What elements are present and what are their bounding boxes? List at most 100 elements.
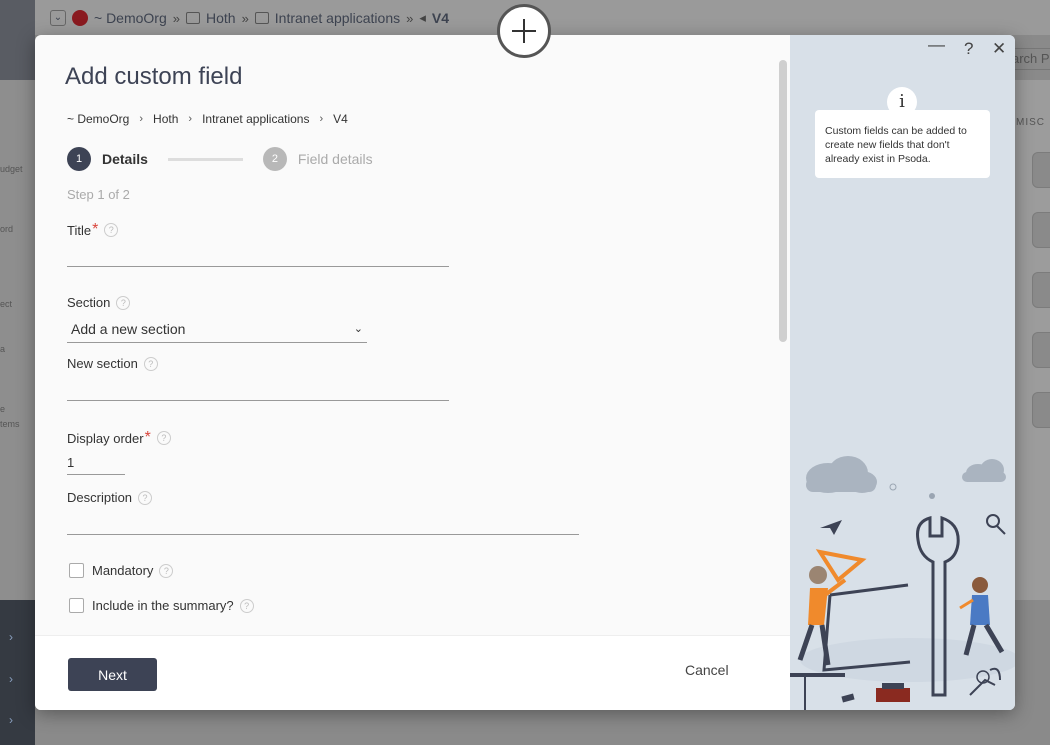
paper-plane-icon (820, 520, 842, 535)
background-side-text: ect (0, 299, 13, 309)
help-icon[interactable]: ? (156, 431, 171, 445)
new-section-label: New section? (67, 356, 158, 371)
collapse-icon: ⌄ (50, 10, 66, 26)
double-chevron-icon: » (241, 10, 249, 26)
section-select-value: Add a new section (71, 320, 186, 337)
background-side-text: udget (0, 164, 23, 174)
description-input[interactable] (67, 513, 579, 535)
background-misc-label: MISC (1016, 117, 1045, 128)
help-icon[interactable]: ? (964, 39, 973, 59)
step-label: Field details (297, 151, 373, 167)
chevron-right-icon: › (188, 113, 193, 125)
help-icon[interactable]: ? (143, 356, 158, 371)
double-chevron-icon: » (406, 10, 414, 26)
magnifier-icon (986, 514, 1000, 528)
help-tip: Custom fields can be added to create new… (815, 110, 990, 178)
background-side-text: tems (0, 419, 20, 429)
background-crumb: V4 (431, 10, 449, 26)
summary-label: Include in the summary? (92, 598, 234, 613)
help-tip-text: Custom fields can be added to create new… (825, 125, 967, 165)
required-marker: * (92, 221, 99, 238)
toolbox-icon (876, 683, 910, 702)
step-label: Details (102, 151, 148, 167)
dialog-form-area: Add custom field ~ DemoOrg › Hoth › Intr… (35, 35, 790, 635)
mandatory-checkbox[interactable] (69, 563, 84, 578)
section-label: Section? (67, 295, 131, 310)
plus-icon (512, 19, 536, 43)
breadcrumb-item[interactable]: Hoth (153, 112, 178, 126)
background-tile (1032, 392, 1050, 428)
background-left-nav-footer (0, 600, 35, 745)
help-icon[interactable]: ? (159, 563, 174, 578)
cloud-icon (962, 459, 1006, 482)
summary-checkbox[interactable] (69, 598, 84, 613)
org-logo-icon (72, 10, 88, 26)
background-tile (1032, 332, 1050, 368)
double-chevron-icon: » (172, 10, 180, 26)
info-icon: i (887, 87, 917, 117)
display-order-label: Display order *? (67, 429, 171, 447)
step-number: 2 (262, 147, 287, 171)
step-connector (167, 157, 243, 161)
phone-icon (841, 693, 855, 703)
cancel-button[interactable]: Cancel (685, 662, 729, 678)
stepper: 1 Details 2 Field details (67, 147, 373, 171)
table-figure (790, 673, 845, 710)
background-tile (1032, 272, 1050, 308)
help-icon[interactable]: ? (116, 295, 131, 310)
step-progress: Step 1 of 2 (67, 187, 130, 202)
chevron-right-icon: › (139, 113, 144, 125)
breadcrumb-item[interactable]: Intranet applications (202, 112, 309, 126)
background-side-text: e (0, 404, 6, 414)
display-order-label-text: Display order (67, 430, 144, 446)
chevron-right-icon: › (9, 630, 13, 644)
background-breadcrumb: ⌄ ~ DemoOrg » Hoth » Intranet applicatio… (50, 8, 449, 28)
minimize-icon[interactable]: — (928, 35, 945, 55)
new-section-input[interactable] (67, 379, 449, 401)
help-side-panel: — ? ✕ Custom fields can be added to crea… (790, 35, 1015, 710)
next-button[interactable]: Next (68, 658, 157, 691)
cloud-icon (806, 456, 877, 493)
book-icon (185, 12, 200, 24)
required-marker: * (144, 429, 151, 446)
mandatory-label: Mandatory (92, 563, 154, 578)
dialog-title: Add custom field (65, 63, 243, 90)
chevron-down-icon: ⌄ (353, 323, 363, 335)
close-icon[interactable]: ✕ (992, 39, 1006, 59)
book-icon (254, 12, 269, 24)
section-label-text: Section (67, 295, 111, 310)
chevron-right-icon: › (319, 113, 324, 125)
new-section-label-text: New section (67, 356, 138, 371)
background-crumb: Intranet applications (274, 10, 401, 26)
title-input[interactable] (67, 245, 449, 267)
form-scrollbar[interactable] (779, 60, 787, 342)
breadcrumb-item[interactable]: V4 (333, 112, 348, 126)
step-number: 1 (67, 147, 91, 171)
background-left-nav-header (0, 0, 35, 80)
caret-left-icon: ◂ (419, 10, 426, 25)
background-tile (1032, 212, 1050, 248)
add-custom-field-dialog: Add custom field ~ DemoOrg › Hoth › Intr… (35, 35, 1015, 710)
description-label-text: Description (67, 490, 133, 505)
background-side-text: ord (0, 224, 14, 234)
breadcrumb-item[interactable]: ~ DemoOrg (67, 112, 129, 126)
chevron-right-icon: › (9, 713, 13, 727)
help-icon[interactable]: ? (239, 598, 254, 613)
team-building-illustration (790, 456, 1015, 710)
title-label: Title *? (67, 221, 119, 239)
breadcrumb: ~ DemoOrg › Hoth › Intranet applications… (67, 112, 348, 126)
help-icon[interactable]: ? (104, 223, 119, 237)
background-tile (1032, 152, 1050, 188)
summary-option[interactable]: Include in the summary?? (69, 598, 254, 613)
display-order-input[interactable] (67, 451, 125, 475)
help-icon[interactable]: ? (138, 490, 153, 505)
mandatory-option[interactable]: Mandatory? (69, 563, 174, 578)
dialog-footer: Next Cancel (35, 635, 790, 710)
section-select[interactable]: Add a new section ⌄ (67, 315, 367, 343)
description-label: Description? (67, 490, 153, 505)
add-button[interactable] (497, 4, 551, 58)
title-label-text: Title (67, 222, 92, 238)
background-crumb: ~ DemoOrg (94, 10, 167, 26)
background-side-text: a (0, 344, 6, 354)
chevron-right-icon: › (9, 672, 13, 686)
